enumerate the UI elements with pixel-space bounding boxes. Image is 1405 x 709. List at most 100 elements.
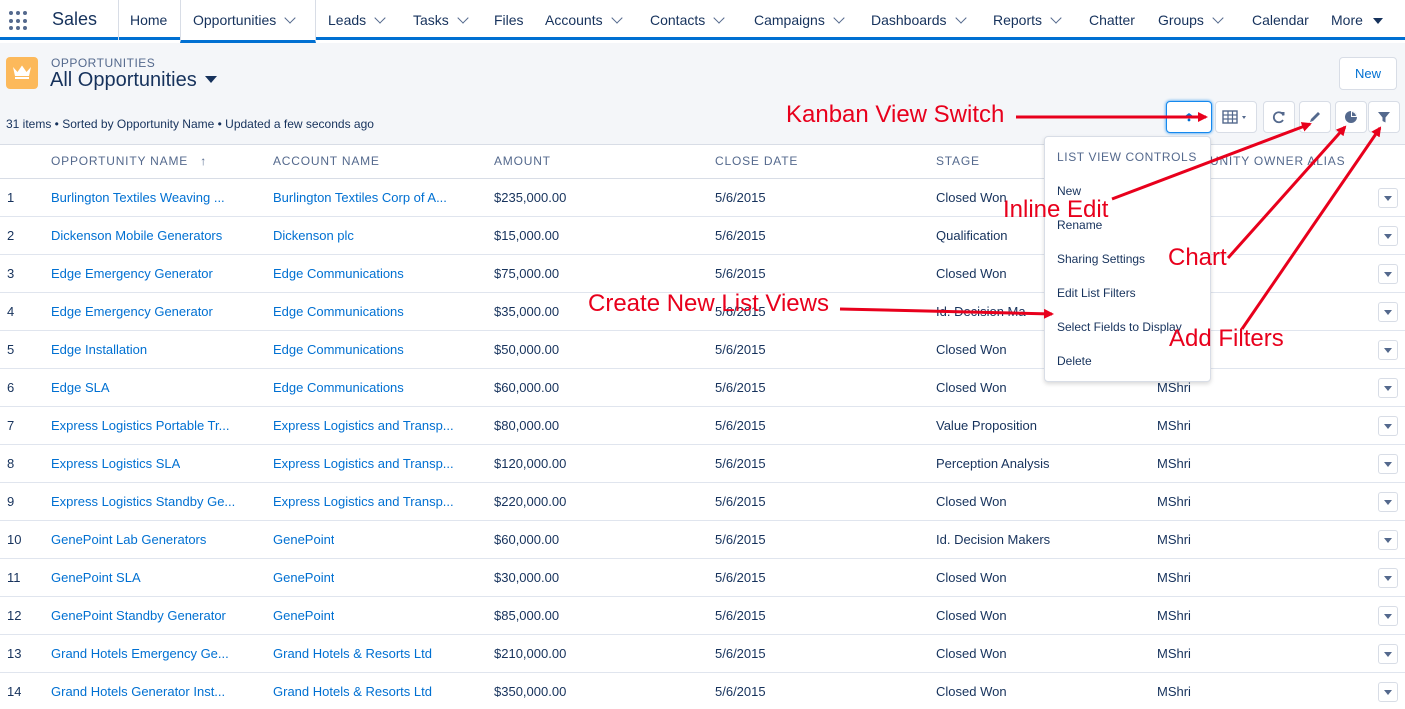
inline-edit-button[interactable] — [1299, 101, 1331, 133]
table-row[interactable]: 14 Grand Hotels Generator Inst... Grand Ho… — [0, 673, 1405, 709]
column-header-amount[interactable]: AMOUNT — [494, 145, 551, 178]
cell-account-name[interactable]: Edge Communications — [273, 369, 404, 406]
cell-amount: $35,000.00 — [494, 304, 560, 319]
table-row[interactable]: 9 Express Logistics Standby Ge... Express … — [0, 483, 1405, 521]
column-header-owner-alias[interactable]: UNITY OWNER ALIAS — [1210, 145, 1345, 178]
chevron-down-icon[interactable] — [1050, 12, 1062, 24]
cell-opportunity-name[interactable]: Express Logistics SLA — [51, 445, 180, 482]
row-action-menu-button[interactable] — [1378, 568, 1398, 588]
app-launcher-grid-icon[interactable] — [9, 11, 29, 31]
row-action-menu-button[interactable] — [1378, 606, 1398, 626]
table-row[interactable]: 13 Grand Hotels Emergency Ge... Grand Hote… — [0, 635, 1405, 673]
list-view-controls-gear-button[interactable] — [1166, 101, 1212, 133]
column-header-account-name[interactable]: ACCOUNT NAME — [273, 145, 380, 178]
cell-close-date: 5/6/2015 — [715, 646, 766, 661]
cell-account-name[interactable]: Grand Hotels & Resorts Ltd — [273, 635, 432, 672]
nav-item-opportunities[interactable]: Opportunities — [180, 0, 316, 43]
row-action-menu-button[interactable] — [1378, 454, 1398, 474]
caret-down-icon[interactable] — [1372, 18, 1383, 24]
cell-opportunity-name[interactable]: Edge Emergency Generator — [51, 255, 213, 292]
table-row[interactable]: 10 GenePoint Lab Generators GenePoint $60,0… — [0, 521, 1405, 559]
chevron-down-icon[interactable] — [457, 12, 469, 24]
row-action-menu-button[interactable] — [1378, 264, 1398, 284]
refresh-button[interactable] — [1263, 101, 1295, 133]
nav-item-tasks[interactable]: Tasks — [413, 0, 469, 40]
menu-item-delete[interactable]: Delete — [1057, 354, 1092, 368]
display-as-toggle-button[interactable] — [1215, 101, 1257, 133]
nav-item-dashboards[interactable]: Dashboards — [871, 0, 967, 40]
row-action-menu-button[interactable] — [1378, 530, 1398, 550]
chevron-down-icon[interactable] — [1212, 12, 1224, 24]
cell-opportunity-name[interactable]: Grand Hotels Generator Inst... — [51, 673, 225, 709]
chart-button[interactable] — [1335, 101, 1367, 133]
cell-opportunity-name[interactable]: GenePoint SLA — [51, 559, 141, 596]
cell-opportunity-name[interactable]: Grand Hotels Emergency Ge... — [51, 635, 229, 672]
nav-item-contacts[interactable]: Contacts — [650, 0, 725, 40]
cell-opportunity-name[interactable]: Express Logistics Standby Ge... — [51, 483, 235, 520]
column-header-close-date[interactable]: CLOSE DATE — [715, 145, 798, 178]
list-view-selector[interactable]: All Opportunities — [50, 69, 217, 92]
cell-opportunity-name[interactable]: Edge SLA — [51, 369, 110, 406]
cell-opportunity-name[interactable]: Express Logistics Portable Tr... — [51, 407, 229, 444]
cell-account-name[interactable]: GenePoint — [273, 521, 334, 558]
cell-opportunity-name[interactable]: GenePoint Standby Generator — [51, 597, 226, 634]
row-action-menu-button[interactable] — [1378, 340, 1398, 360]
table-row[interactable]: 11 GenePoint SLA GenePoint $30,000.00 5/6/20… — [0, 559, 1405, 597]
menu-item-edit-list-filters[interactable]: Edit List Filters — [1057, 286, 1136, 300]
cell-account-name[interactable]: Express Logistics and Transp... — [273, 445, 454, 482]
nav-item-accounts[interactable]: Accounts — [545, 0, 623, 40]
cell-opportunity-name[interactable]: Edge Installation — [51, 331, 147, 368]
nav-item-files[interactable]: Files — [494, 0, 524, 40]
column-header-opportunity-name[interactable]: OPPORTUNITY NAME ↑ — [51, 145, 207, 178]
column-header-stage[interactable]: STAGE — [936, 145, 980, 178]
chevron-down-icon[interactable] — [833, 12, 845, 24]
filter-button[interactable] — [1368, 101, 1400, 133]
nav-item-more[interactable]: More — [1331, 0, 1383, 40]
cell-account-name[interactable]: Edge Communications — [273, 255, 404, 292]
nav-item-leads[interactable]: Leads — [328, 0, 386, 40]
caret-down-icon[interactable] — [204, 76, 217, 83]
cell-account-name[interactable]: Express Logistics and Transp... — [273, 483, 454, 520]
list-view-status: 31 items • Sorted by Opportunity Name • … — [6, 117, 374, 131]
cell-account-name[interactable]: Edge Communications — [273, 331, 404, 368]
chevron-down-icon[interactable] — [713, 12, 725, 24]
cell-opportunity-name[interactable]: Edge Emergency Generator — [51, 293, 213, 330]
menu-item-sharing-settings[interactable]: Sharing Settings — [1057, 252, 1145, 266]
cell-account-name[interactable]: GenePoint — [273, 559, 334, 596]
cell-owner-alias: MShri — [1157, 418, 1191, 433]
menu-item-select-fields[interactable]: Select Fields to Display — [1057, 320, 1182, 334]
chevron-down-icon[interactable] — [374, 12, 386, 24]
row-action-menu-button[interactable] — [1378, 416, 1398, 436]
row-action-menu-button[interactable] — [1378, 644, 1398, 664]
chevron-down-icon[interactable] — [954, 12, 967, 24]
cell-account-name[interactable]: GenePoint — [273, 597, 334, 634]
nav-item-home[interactable]: Home — [130, 0, 167, 40]
cell-account-name[interactable]: Express Logistics and Transp... — [273, 407, 454, 444]
cell-opportunity-name[interactable]: GenePoint Lab Generators — [51, 521, 206, 558]
row-action-menu-button[interactable] — [1378, 492, 1398, 512]
cell-account-name[interactable]: Dickenson plc — [273, 217, 354, 254]
new-button[interactable]: New — [1339, 57, 1397, 90]
nav-item-groups[interactable]: Groups — [1158, 0, 1224, 40]
cell-stage: Closed Won — [936, 266, 1007, 281]
nav-item-campaigns[interactable]: Campaigns — [754, 0, 845, 40]
row-action-menu-button[interactable] — [1378, 226, 1398, 246]
row-action-menu-button[interactable] — [1378, 188, 1398, 208]
nav-item-reports[interactable]: Reports — [993, 0, 1062, 40]
cell-account-name[interactable]: Edge Communications — [273, 293, 404, 330]
nav-item-chatter[interactable]: Chatter — [1089, 0, 1135, 40]
nav-item-calendar[interactable]: Calendar — [1252, 0, 1309, 40]
cell-opportunity-name[interactable]: Dickenson Mobile Generators — [51, 217, 222, 254]
table-row[interactable]: 8 Express Logistics SLA Express Logistics … — [0, 445, 1405, 483]
row-action-menu-button[interactable] — [1378, 302, 1398, 322]
table-row[interactable]: 7 Express Logistics Portable Tr... Express… — [0, 407, 1405, 445]
chevron-down-icon[interactable] — [284, 12, 296, 24]
row-action-menu-button[interactable] — [1378, 682, 1398, 702]
chevron-down-icon[interactable] — [610, 12, 623, 24]
annotation-inline-edit: Inline Edit — [1003, 196, 1109, 223]
cell-account-name[interactable]: Grand Hotels & Resorts Ltd — [273, 673, 432, 709]
cell-opportunity-name[interactable]: Burlington Textiles Weaving ... — [51, 179, 225, 216]
row-action-menu-button[interactable] — [1378, 378, 1398, 398]
table-row[interactable]: 12 GenePoint Standby Generator GenePoint $8… — [0, 597, 1405, 635]
cell-account-name[interactable]: Burlington Textiles Corp of A... — [273, 179, 447, 216]
